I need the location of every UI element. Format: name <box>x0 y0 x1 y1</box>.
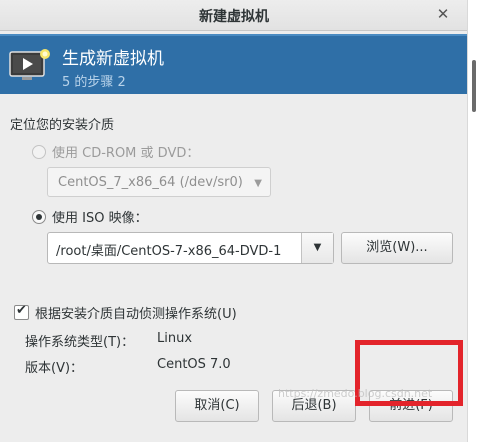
iso-radio-option[interactable]: 使用 ISO 映像： <box>32 207 148 226</box>
title-bar: 新建虚拟机 ✕ <box>0 0 468 31</box>
browse-button[interactable]: 浏览(W)... <box>341 232 453 264</box>
autodetect-option[interactable]: ✔ 根据安装介质自动侦测操作系统(U) <box>14 303 237 322</box>
cancel-button[interactable]: 取消(C) <box>175 390 259 422</box>
version-value: CentOS 7.0 <box>157 357 231 372</box>
iso-radio-label: 使用 ISO 映像： <box>52 211 148 226</box>
forward-button[interactable]: 前进(F) <box>369 390 453 422</box>
step-indicator: 5 的步骤 2 <box>62 75 126 90</box>
iso-radio[interactable] <box>32 209 46 224</box>
install-media-label: 定位您的安装介质 <box>10 118 115 133</box>
banner-title: 生成新虚拟机 <box>62 49 164 69</box>
new-vm-dialog: 新建虚拟机 ✕ 生成新虚拟机 5 的步骤 2 定位您的安装介质 使用 CD-RO… <box>0 0 480 442</box>
header-banner: 生成新虚拟机 5 的步骤 2 <box>0 34 467 94</box>
close-icon[interactable]: ✕ <box>434 5 452 23</box>
os-type-value: Linux <box>157 331 193 346</box>
back-button[interactable]: 后退(B) <box>272 390 356 422</box>
cdrom-device-select[interactable]: CentOS_7_x86_64 (/dev/sr0) ▼ <box>47 167 271 197</box>
scrollbar-thumb[interactable] <box>472 60 476 112</box>
cdrom-radio-label: 使用 CD-ROM 或 DVD： <box>52 146 200 161</box>
iso-history-dropdown-button[interactable]: ▼ <box>301 233 333 263</box>
chevron-down-icon: ▼ <box>313 242 322 253</box>
cdrom-radio-option[interactable]: 使用 CD-ROM 或 DVD： <box>32 142 199 161</box>
cdrom-device-value: CentOS_7_x86_64 (/dev/sr0) <box>58 174 243 190</box>
cdrom-radio[interactable] <box>32 144 46 159</box>
autodetect-label: 根据安装介质自动侦测操作系统(U) <box>35 307 237 322</box>
chevron-down-icon: ▼ <box>254 178 262 189</box>
dialog-content: 生成新虚拟机 5 的步骤 2 定位您的安装介质 使用 CD-ROM 或 DVD：… <box>0 31 467 442</box>
scrollbar[interactable] <box>467 0 480 442</box>
window-title: 新建虚拟机 <box>199 9 269 25</box>
iso-path-combo[interactable]: /root/桌面/CentOS-7-x86_64-DVD-1 ▼ <box>47 232 334 264</box>
checkmark-icon: ✔ <box>16 303 27 318</box>
os-type-label: 操作系统类型(T)： <box>25 335 135 350</box>
vm-monitor-icon <box>9 49 50 80</box>
autodetect-checkbox[interactable]: ✔ <box>14 303 29 320</box>
iso-path-input[interactable]: /root/桌面/CentOS-7-x86_64-DVD-1 <box>56 240 296 259</box>
version-label: 版本(V)： <box>25 361 84 376</box>
